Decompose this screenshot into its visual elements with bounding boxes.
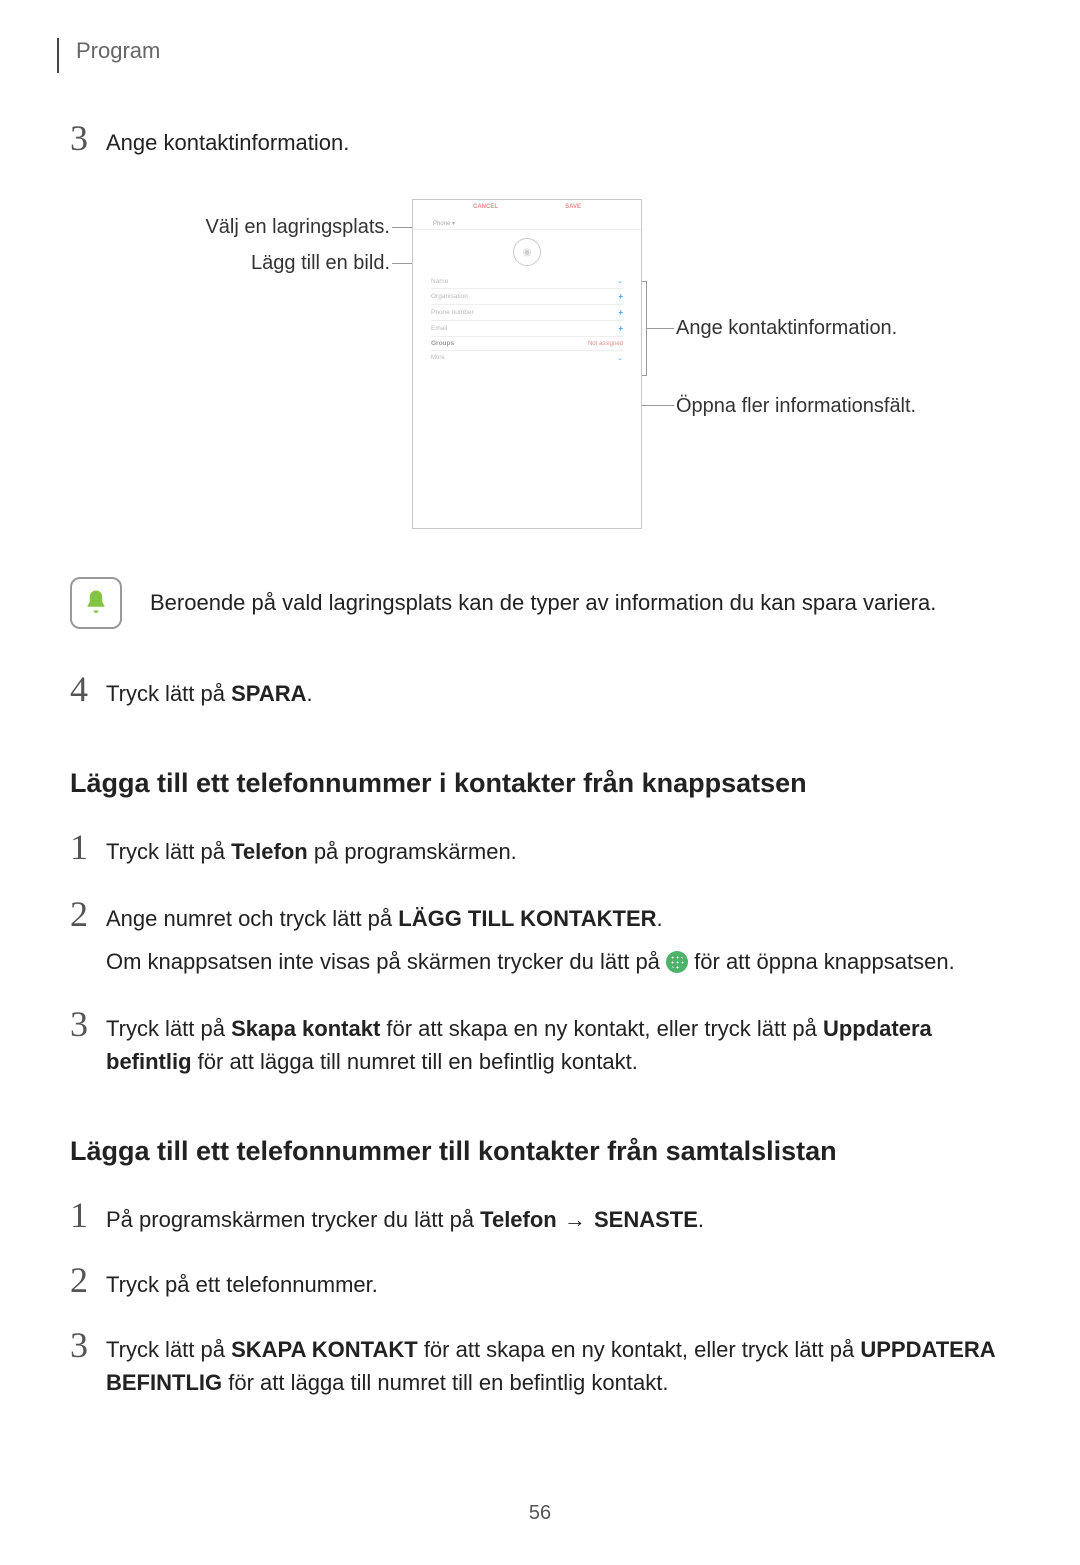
leader-line bbox=[646, 281, 647, 376]
mock-save: SAVE bbox=[565, 204, 581, 214]
mock-not-assigned: Not assigned bbox=[588, 341, 623, 347]
kp-step-2: 2 Ange numret och tryck lätt på LÄGG TIL… bbox=[70, 896, 1010, 935]
mock-cancel: CANCEL bbox=[473, 204, 498, 214]
step-text: På programskärmen trycker du lätt på Tel… bbox=[106, 1203, 704, 1236]
section-breadcrumb: Program bbox=[76, 38, 1010, 64]
step-text: Tryck lätt på Telefon på programskärmen. bbox=[106, 835, 517, 868]
callout-image: Lägg till en bild. bbox=[70, 252, 390, 275]
mock-storage-selector: Phone ▾ bbox=[413, 218, 641, 230]
leader-line bbox=[646, 328, 674, 329]
mock-field-phone: Phone number bbox=[431, 309, 474, 316]
heading-keypad: Lägga till ett telefonnummer i kontakter… bbox=[70, 768, 1010, 799]
dialpad-icon bbox=[666, 951, 688, 973]
mock-field-name: Name bbox=[431, 278, 448, 285]
page-number: 56 bbox=[0, 1502, 1080, 1525]
step-number: 4 bbox=[70, 671, 106, 707]
plus-icon: + bbox=[618, 292, 623, 301]
plus-icon: + bbox=[618, 308, 623, 317]
step-text: Ange kontaktinformation. bbox=[106, 126, 349, 159]
step-3-row: 3 Ange kontaktinformation. bbox=[70, 120, 1010, 159]
mock-field-org: Organisation bbox=[431, 293, 468, 300]
step-number: 3 bbox=[70, 1327, 106, 1363]
callout-more: Öppna fler informationsfält. bbox=[676, 395, 916, 418]
cl-step-1: 1 På programskärmen trycker du lätt på T… bbox=[70, 1197, 1010, 1236]
step-number: 2 bbox=[70, 1262, 106, 1298]
step-number: 2 bbox=[70, 896, 106, 932]
cl-step-3: 3 Tryck lätt på SKAPA KONTAKT för att sk… bbox=[70, 1327, 1010, 1399]
cl-step-2: 2 Tryck på ett telefonnummer. bbox=[70, 1262, 1010, 1301]
kp-step-3: 3 Tryck lätt på Skapa kontakt för att sk… bbox=[70, 1006, 1010, 1078]
note-block: Beroende på vald lagringsplats kan de ty… bbox=[70, 577, 1010, 629]
callout-info: Ange kontaktinformation. bbox=[676, 317, 897, 340]
step-number: 3 bbox=[70, 1006, 106, 1042]
step-text: Tryck lätt på SKAPA KONTAKT för att skap… bbox=[106, 1333, 1010, 1399]
step-4-row: 4 Tryck lätt på SPARA. bbox=[70, 671, 1010, 710]
camera-icon: ◉ bbox=[513, 238, 541, 266]
plus-icon: + bbox=[618, 324, 623, 333]
step-text: Tryck lätt på SPARA. bbox=[106, 677, 313, 710]
heading-calllog: Lägga till ett telefonnummer till kontak… bbox=[70, 1136, 1010, 1167]
kp-step-1: 1 Tryck lätt på Telefon på programskärme… bbox=[70, 829, 1010, 868]
kp-step-2-sub: Om knappsatsen inte visas på skärmen try… bbox=[106, 945, 1010, 978]
step-number: 3 bbox=[70, 120, 106, 156]
step-number: 1 bbox=[70, 1197, 106, 1233]
mock-more-label: More bbox=[431, 355, 445, 361]
step-number: 1 bbox=[70, 829, 106, 865]
side-rule bbox=[57, 38, 59, 73]
chevron-down-icon: ⌄ bbox=[617, 354, 623, 362]
mock-phone-screen: CANCEL SAVE Phone ▾ ◉ Name ⌄ Organisation… bbox=[412, 199, 642, 529]
figure-contact-editor: Välj en lagringsplats. Lägg till en bild… bbox=[70, 199, 1010, 559]
step-text: Tryck på ett telefonnummer. bbox=[106, 1268, 378, 1301]
chevron-down-icon: ⌄ bbox=[617, 277, 623, 285]
mock-field-groups: Groups bbox=[431, 340, 454, 347]
step-text: Tryck lätt på Skapa kontakt för att skap… bbox=[106, 1012, 1010, 1078]
callout-storage: Välj en lagringsplats. bbox=[70, 216, 390, 239]
step-text: Ange numret och tryck lätt på LÄGG TILL … bbox=[106, 902, 663, 935]
mock-field-email: Email bbox=[431, 325, 447, 332]
bell-icon bbox=[70, 577, 122, 629]
note-text: Beroende på vald lagringsplats kan de ty… bbox=[150, 588, 936, 619]
